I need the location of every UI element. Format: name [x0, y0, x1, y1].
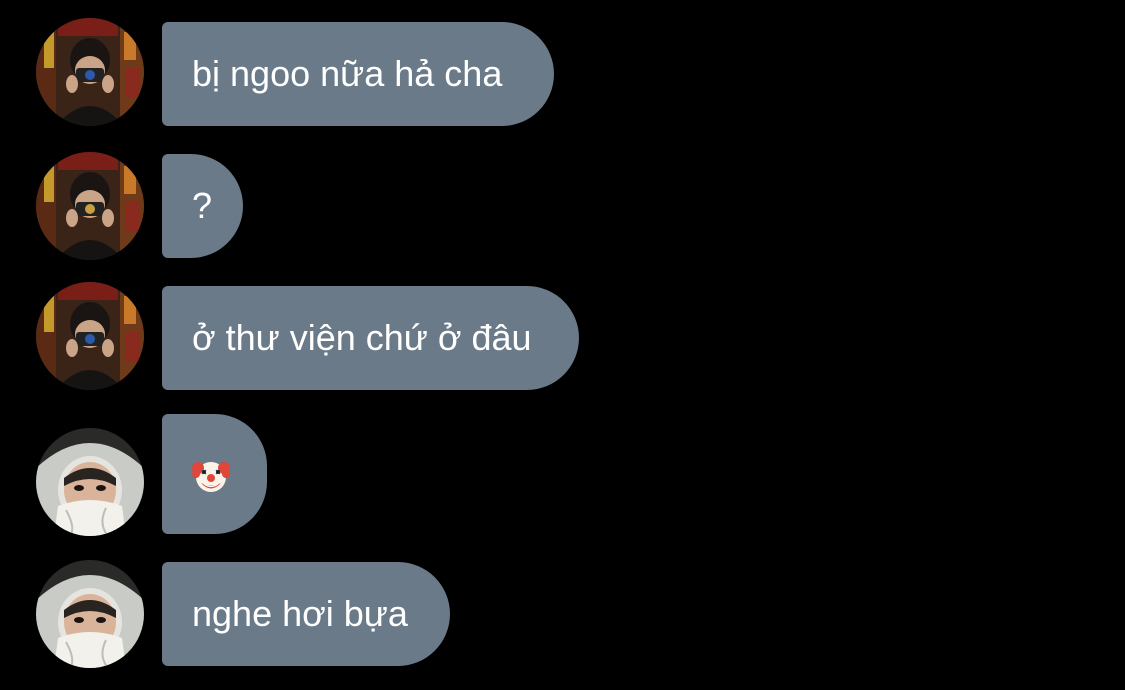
message-bubble[interactable]: bị ngoo nữa hả cha — [162, 22, 554, 126]
message-bubble[interactable]: ? — [162, 154, 243, 258]
avatar-camera-person[interactable] — [36, 282, 144, 390]
avatar-camera-person[interactable] — [36, 152, 144, 260]
chat-thread: bị ngoo nữa hả cha ? ở thư viện chứ ở đâ… — [0, 0, 1125, 690]
message-row: ? — [36, 152, 256, 260]
avatar-hooded-person[interactable] — [36, 560, 144, 668]
message-row: ở thư viện chứ ở đâu — [36, 282, 596, 390]
message-text: ở thư viện chứ ở đâu — [192, 317, 532, 358]
clown-face-icon — [192, 462, 230, 492]
message-row — [36, 414, 276, 536]
message-text: bị ngoo nữa hả cha — [192, 53, 503, 94]
avatar-hooded-person[interactable] — [36, 428, 144, 536]
message-bubble[interactable] — [162, 414, 267, 534]
message-bubble[interactable]: ở thư viện chứ ở đâu — [162, 286, 579, 390]
message-text: ? — [192, 185, 213, 226]
message-bubble[interactable]: nghe hơi bựa — [162, 562, 450, 666]
message-row: nghe hơi bựa — [36, 560, 456, 668]
avatar-camera-person[interactable] — [36, 18, 144, 126]
message-text: nghe hơi bựa — [192, 593, 408, 634]
message-row: bị ngoo nữa hả cha — [36, 18, 556, 126]
